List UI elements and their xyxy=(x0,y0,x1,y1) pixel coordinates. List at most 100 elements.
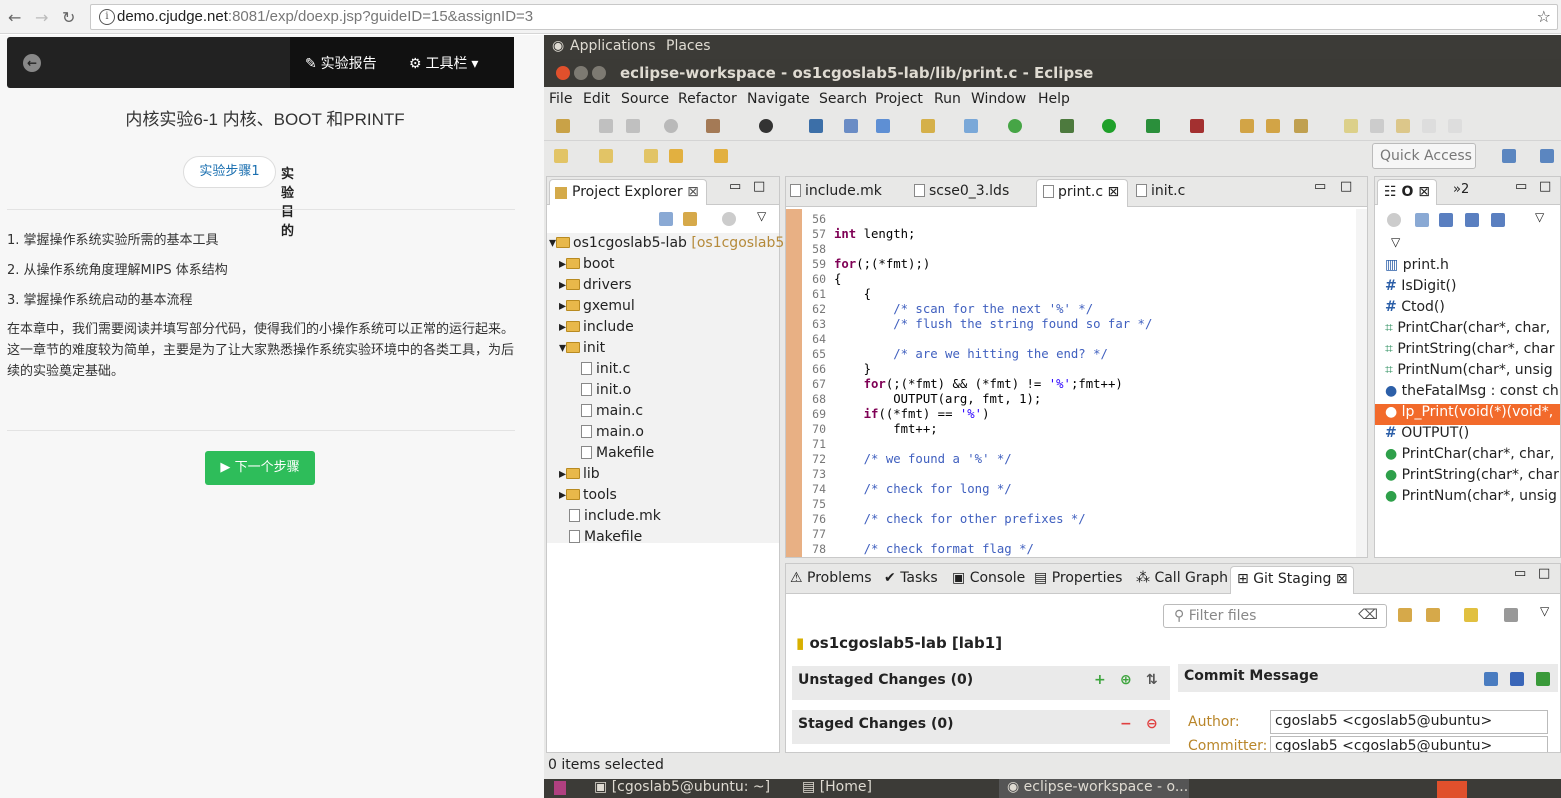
tree-item-include[interactable]: ▸ include xyxy=(559,317,634,338)
taskbar-terminal[interactable]: ▣ [cgoslab5@ubuntu: ~] xyxy=(594,779,770,795)
presentation-icon[interactable] xyxy=(1504,608,1518,622)
collapse-all-icon[interactable] xyxy=(659,212,673,226)
menu-navigate[interactable]: Navigate xyxy=(747,91,810,107)
open-resource-icon[interactable] xyxy=(1266,119,1280,133)
next-annotation-icon[interactable] xyxy=(554,149,568,163)
tab-console[interactable]: ▣ Console xyxy=(952,570,1025,586)
outline-item[interactable]: ⌗ PrintChar(char*, char, xyxy=(1385,320,1550,336)
pin-icon[interactable] xyxy=(844,119,858,133)
tree-item-lib[interactable]: ▸ lib xyxy=(559,464,600,485)
show-desktop-icon[interactable] xyxy=(554,781,566,795)
minimize-icon[interactable]: ▭ xyxy=(1314,179,1326,194)
tab-scse0-3-lds[interactable]: scse0_3.lds xyxy=(914,183,1009,199)
back-circle-icon[interactable]: ← xyxy=(23,54,41,72)
close-window-icon[interactable] xyxy=(556,66,570,80)
tab-goal[interactable]: 实验目的 xyxy=(281,163,294,239)
clear-icon[interactable]: ⌫ xyxy=(1358,607,1378,623)
menu-run[interactable]: Run xyxy=(934,91,961,107)
unstage-icon[interactable]: − xyxy=(1120,716,1132,732)
repository-icon[interactable] xyxy=(1464,608,1478,622)
address-bar[interactable]: i demo.cjudge.net:8081/exp/doexp.jsp?gui… xyxy=(90,4,1558,30)
menu-project[interactable]: Project xyxy=(875,91,923,107)
open-type-icon[interactable] xyxy=(1240,119,1254,133)
collapse-icon[interactable] xyxy=(1415,213,1429,227)
tab-project-explorer[interactable]: Project Explorer ⊠ xyxy=(549,179,707,205)
open-perspective-icon[interactable] xyxy=(1502,149,1516,163)
tree-item-init[interactable]: ▾ init xyxy=(559,338,605,359)
tree-item-boot[interactable]: ▸ boot xyxy=(559,254,615,275)
new-project-icon[interactable] xyxy=(876,119,890,133)
tree-item-init-o[interactable]: init.o xyxy=(581,380,631,401)
tab-init-c[interactable]: init.c xyxy=(1136,183,1185,199)
toggle-icon[interactable] xyxy=(1370,119,1384,133)
paragraph-icon[interactable] xyxy=(1448,119,1462,133)
tab-steps[interactable]: 实验步骤1 xyxy=(183,156,276,188)
back-arrow-icon[interactable]: ← xyxy=(8,8,21,27)
new-icon[interactable] xyxy=(556,119,570,133)
save-all-icon[interactable] xyxy=(626,119,640,133)
outline-item-selected[interactable]: ● lp_Print(void(*)(void*, xyxy=(1385,404,1553,420)
filter-files-input[interactable]: ⚲ Filter files ⌫ xyxy=(1163,604,1387,628)
tab-call-graph[interactable]: ⁂ Call Graph xyxy=(1136,570,1228,586)
tree-item-init-c[interactable]: init.c xyxy=(581,359,630,380)
minimize-icon[interactable]: ▭ xyxy=(1515,179,1527,194)
hide-fields-icon[interactable] xyxy=(1387,213,1401,227)
outline-item[interactable]: ● PrintNum(char*, unsig xyxy=(1385,488,1557,504)
quick-access-input[interactable]: Quick Access xyxy=(1372,143,1476,169)
external-tools-icon[interactable] xyxy=(1190,119,1204,133)
view-menu-icon[interactable]: ▽ xyxy=(757,209,766,223)
new-folder-icon[interactable] xyxy=(921,119,935,133)
prev-annotation-icon[interactable] xyxy=(599,149,613,163)
sort-icon[interactable] xyxy=(1439,213,1453,227)
refresh-staging-icon[interactable] xyxy=(1398,608,1412,622)
tree-item-makefile[interactable]: Makefile xyxy=(569,527,642,548)
close-tab-icon[interactable]: ⊠ xyxy=(1108,184,1120,200)
terminal-icon[interactable] xyxy=(809,119,823,133)
maximize-icon[interactable]: □ xyxy=(1340,179,1352,194)
view-menu-icon[interactable]: ▽ xyxy=(1535,210,1544,224)
maximize-window-icon[interactable] xyxy=(592,66,606,80)
minimize-icon[interactable]: ▭ xyxy=(729,179,741,194)
amend-icon[interactable] xyxy=(1484,672,1498,686)
applications-menu[interactable]: Applications xyxy=(570,38,656,54)
sign-off-icon[interactable] xyxy=(1510,672,1524,686)
outline-item[interactable]: # Ctod() xyxy=(1385,299,1445,315)
more-views-chevron[interactable]: »2 xyxy=(1453,182,1469,197)
bookmark-star-icon[interactable]: ☆ xyxy=(1537,7,1551,26)
outline-item[interactable]: # IsDigit() xyxy=(1385,278,1456,294)
code-area[interactable]: 56 57 int length; 58 59 for(;(*fmt);) 60 {61 {6… xyxy=(786,209,1367,557)
link-editor-icon[interactable] xyxy=(683,212,697,226)
tree-item-drivers[interactable]: ▸ drivers xyxy=(559,275,632,296)
annotation-icon[interactable] xyxy=(1396,119,1410,133)
tab-outline[interactable]: ☷ O ⊠ xyxy=(1377,179,1437,205)
search-tool-icon[interactable] xyxy=(1294,119,1308,133)
sort-icon[interactable]: ⇅ xyxy=(1146,672,1158,688)
minimize-icon[interactable]: ▭ xyxy=(1514,566,1526,581)
back-nav-icon[interactable] xyxy=(669,149,683,163)
taskbar-home[interactable]: ▤ [Home] xyxy=(802,779,872,795)
tab-problems[interactable]: ⚠ Problems xyxy=(790,570,872,586)
tree-item-init-makefile[interactable]: Makefile xyxy=(581,443,654,464)
show-whitespace-icon[interactable] xyxy=(1422,119,1436,133)
outline-item[interactable]: ● PrintChar(char*, char, xyxy=(1385,446,1554,462)
minimize-window-icon[interactable] xyxy=(574,66,588,80)
save-icon[interactable] xyxy=(599,119,613,133)
marker-icon[interactable] xyxy=(1344,119,1358,133)
tab-tasks[interactable]: ✔ Tasks xyxy=(884,570,938,586)
menu-edit[interactable]: Edit xyxy=(583,91,610,107)
view-menu-icon[interactable]: ▽ xyxy=(1540,604,1549,618)
menu-window[interactable]: Window xyxy=(971,91,1026,107)
menu-search[interactable]: Search xyxy=(819,91,867,107)
author-field[interactable]: cgoslab5 <cgoslab5@ubuntu> xyxy=(1270,710,1548,734)
maximize-icon[interactable]: □ xyxy=(753,179,765,194)
coverage-icon[interactable] xyxy=(1146,119,1160,133)
menu-refactor[interactable]: Refactor xyxy=(678,91,737,107)
close-tab-icon[interactable]: ⊠ xyxy=(687,184,699,200)
report-button[interactable]: ✎ 实验报告 xyxy=(305,53,377,73)
taskbar-eclipse[interactable]: ◉ eclipse-workspace - o... xyxy=(999,779,1189,798)
stage-all-icon[interactable]: ⊕ xyxy=(1120,672,1132,688)
committer-field[interactable]: cgoslab5 <cgoslab5@ubuntu> xyxy=(1270,736,1548,752)
forward-nav-icon[interactable] xyxy=(714,149,728,163)
workspace-switcher-icon[interactable] xyxy=(1437,781,1467,798)
tab-git-staging[interactable]: ⊞ Git Staging ⊠ xyxy=(1230,566,1354,594)
